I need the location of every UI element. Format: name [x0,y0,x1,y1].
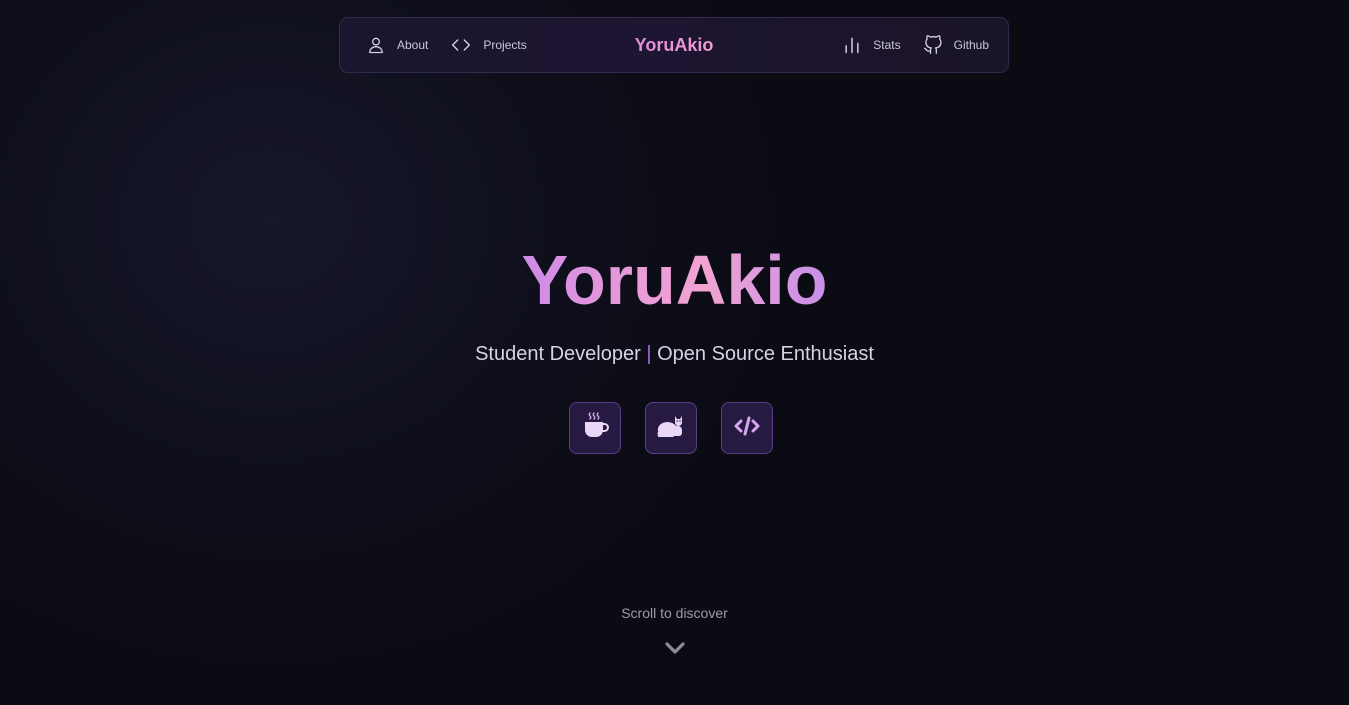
nav-brand[interactable]: YoruAkio [635,18,714,72]
hero-title: YoruAkio [0,240,1349,320]
chevron-down-icon [664,642,686,660]
tagline-right: Open Source Enthusiast [657,343,874,365]
code-button[interactable] [721,402,773,454]
code-icon [450,35,472,55]
nav-left-group: About Projects [366,35,527,55]
tagline-left: Student Developer [475,343,641,365]
nav-stats-label: Stats [873,38,901,52]
nav-about-label: About [397,38,429,52]
nav-github-link[interactable]: Github [923,35,989,55]
hero-title-text: YoruAkio [521,241,828,319]
user-icon [366,35,386,55]
github-icon [923,35,943,55]
nav-about-link[interactable]: About [366,35,428,55]
scroll-down-button[interactable] [664,640,686,661]
coffee-icon [580,411,610,446]
nav-right-group: Stats Github [842,35,989,55]
bar-chart-icon [842,35,862,55]
nav-github-label: Github [953,38,989,52]
cat-button[interactable] [645,402,697,454]
cat-icon [656,411,686,446]
code-tag-icon [732,411,762,446]
navbar: About Projects YoruAkio Stats Github [339,17,1009,73]
tagline-separator: | [646,343,652,365]
hero-icon-row [569,402,773,454]
scroll-hint: Scroll to discover [621,605,728,621]
hero-tagline: Student Developer | Open Source Enthusia… [0,343,1349,366]
nav-stats-link[interactable]: Stats [842,35,901,55]
nav-projects-link[interactable]: Projects [450,35,527,55]
coffee-button[interactable] [569,402,621,454]
nav-projects-label: Projects [483,38,527,52]
